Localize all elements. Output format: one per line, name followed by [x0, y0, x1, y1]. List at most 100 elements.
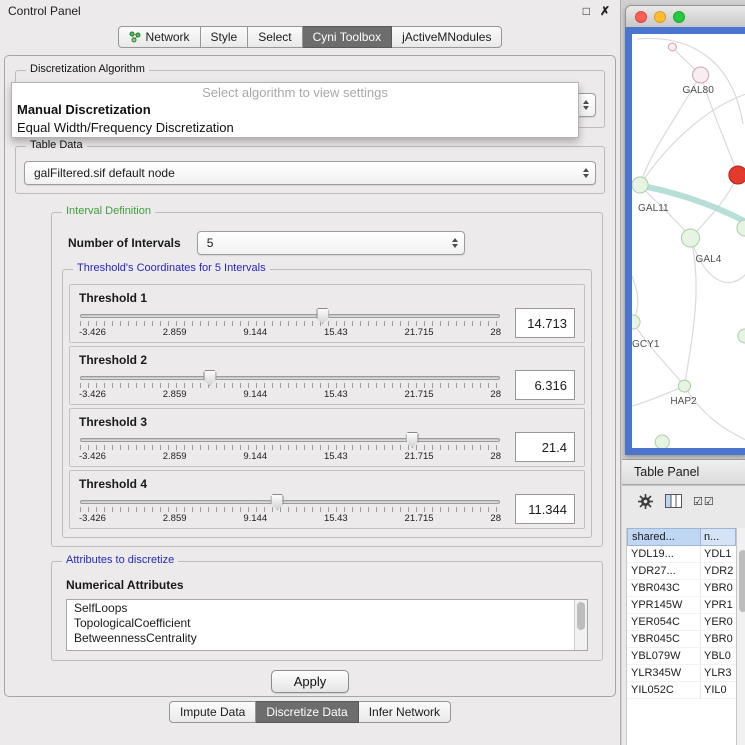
threshold-1-slider[interactable]: -3.4262.8599.14415.4321.71528	[79, 307, 501, 339]
tab-network[interactable]: Network	[118, 26, 201, 48]
list-item[interactable]: SelfLoops	[67, 600, 573, 615]
number-of-intervals-row: Number of Intervals 5	[68, 231, 590, 255]
table-row[interactable]: YBR045CYBR0	[627, 631, 736, 648]
column-header-name[interactable]: n...	[701, 528, 736, 546]
tab-jactivemnodules[interactable]: jActiveMNodules	[392, 26, 502, 48]
settings-gear-icon[interactable]	[637, 493, 654, 510]
cell[interactable]: YBR045C	[627, 631, 701, 648]
slider-ticks	[80, 321, 500, 326]
node-gal4[interactable]	[681, 229, 699, 247]
node[interactable]	[668, 43, 676, 51]
table-scrollbar[interactable]	[736, 528, 745, 745]
node[interactable]	[738, 329, 745, 343]
network-canvas[interactable]: GAL80 GAL11 GAL4 GCY1 HAP2	[632, 34, 745, 448]
table-row[interactable]: YIL052CYIL0	[627, 682, 736, 699]
node-gal11[interactable]	[632, 177, 648, 193]
cell[interactable]: YIL052C	[627, 682, 701, 699]
node-table: shared... n... YDL19...YDL1 YDR27...YDR2…	[626, 528, 745, 745]
node[interactable]	[737, 220, 745, 236]
tab-label: Discretize Data	[266, 705, 347, 719]
number-of-intervals-combobox[interactable]: 5	[197, 231, 465, 255]
scale-label: 21.715	[405, 327, 434, 338]
node-label: GCY1	[632, 339, 660, 350]
slider-track[interactable]	[80, 314, 500, 318]
threshold-4-value-field[interactable]: 11.344	[515, 494, 575, 524]
column-header-shared-name[interactable]: shared...	[627, 528, 701, 546]
table-data-combobox[interactable]: galFiltered.sif default node	[24, 161, 596, 185]
table-row[interactable]: YLR345WYLR3	[627, 665, 736, 682]
table-row[interactable]: YPR145WYPR1	[627, 597, 736, 614]
node-hap2[interactable]	[678, 380, 690, 392]
float-window-icon[interactable]: □	[583, 4, 590, 18]
number-of-intervals-label: Number of Intervals	[68, 236, 181, 250]
threshold-2-slider[interactable]: -3.4262.8599.14415.4321.71528	[79, 369, 501, 401]
cell[interactable]: YBR043C	[627, 580, 701, 597]
threshold-3-slider[interactable]: -3.4262.8599.14415.4321.71528	[79, 431, 501, 463]
cell[interactable]: YBL079W	[627, 648, 701, 665]
scale-label: 2.859	[163, 327, 187, 338]
cell[interactable]: YER054C	[627, 614, 701, 631]
close-icon[interactable]: ✗	[600, 4, 610, 18]
cell[interactable]: YER0	[701, 614, 736, 631]
cell[interactable]: YLR3	[701, 665, 736, 682]
apply-button[interactable]: Apply	[271, 670, 350, 693]
threshold-1-value-field[interactable]: 14.713	[515, 308, 575, 338]
table-row[interactable]: YDL19...YDL1	[627, 546, 736, 563]
node-label: GAL80	[682, 85, 714, 96]
tab-label: Infer Network	[369, 705, 440, 719]
threshold-2-panel: Threshold 2 -3.4262.8599.14415.4321.7152…	[69, 346, 585, 405]
cell[interactable]: YLR345W	[627, 665, 701, 682]
zoom-traffic-light-icon[interactable]	[673, 11, 685, 23]
table-row[interactable]: YBR043CYBR0	[627, 580, 736, 597]
threshold-3-value-field[interactable]: 21.4	[515, 432, 575, 462]
list-item[interactable]: BetweennessCentrality	[67, 630, 573, 645]
close-traffic-light-icon[interactable]	[635, 11, 647, 23]
cell[interactable]: YBR0	[701, 631, 736, 648]
tab-select[interactable]: Select	[248, 26, 302, 48]
list-item[interactable]: TopologicalCoefficient	[67, 615, 573, 630]
tab-infer-network[interactable]: Infer Network	[359, 701, 451, 723]
scale-label: 15.43	[324, 327, 348, 338]
node[interactable]	[655, 435, 669, 448]
scale-label: 9.144	[243, 451, 267, 462]
cell[interactable]: YDR2	[701, 563, 736, 580]
table-row[interactable]: YDR27...YDR2	[627, 563, 736, 580]
scale-label: -3.426	[79, 327, 106, 338]
cell[interactable]: YDL19...	[627, 546, 701, 563]
node-gal80[interactable]	[693, 67, 709, 83]
table-panel-window: ☑☑ shared... n... YDL19...YDL1 YDR27...Y…	[622, 485, 745, 745]
threshold-4-slider[interactable]: -3.4262.8599.14415.4321.71528	[79, 493, 501, 525]
table-row[interactable]: YBL079WYBL0	[627, 648, 736, 665]
tab-style[interactable]: Style	[201, 26, 249, 48]
minimize-traffic-light-icon[interactable]	[654, 11, 666, 23]
scrollbar-thumb[interactable]	[577, 602, 585, 630]
tab-cyni-toolbox[interactable]: Cyni Toolbox	[303, 26, 392, 48]
node-label: GAL4	[696, 254, 722, 265]
cell[interactable]: YPR1	[701, 597, 736, 614]
slider-track[interactable]	[80, 376, 500, 380]
cell[interactable]: YIL0	[701, 682, 736, 699]
algorithm-dropdown-popup: Select algorithm to view settings Manual…	[11, 82, 579, 138]
table-row[interactable]: YER054CYER0	[627, 614, 736, 631]
dropdown-option-manual-discretization[interactable]: Manual Discretization	[12, 101, 578, 119]
node-selected-red[interactable]	[729, 166, 745, 184]
slider-track[interactable]	[80, 500, 500, 504]
cell[interactable]: YPR145W	[627, 597, 701, 614]
table-panel-title: Table Panel	[634, 465, 699, 479]
cell[interactable]: YDR27...	[627, 563, 701, 580]
tab-discretize-data[interactable]: Discretize Data	[256, 701, 358, 723]
select-columns-icon[interactable]: ☑☑	[693, 495, 715, 508]
show-columns-icon[interactable]	[665, 494, 682, 508]
scrollbar-thumb[interactable]	[739, 550, 745, 612]
tab-impute-data[interactable]: Impute Data	[169, 701, 256, 723]
node-gcy1[interactable]	[632, 315, 640, 329]
cell[interactable]: YBR0	[701, 580, 736, 597]
network-window-titlebar[interactable]	[625, 5, 745, 27]
list-scrollbar[interactable]	[574, 600, 587, 650]
cell[interactable]: YBL0	[701, 648, 736, 665]
table-panel-header[interactable]: Table Panel	[622, 459, 745, 485]
slider-track[interactable]	[80, 438, 500, 442]
cell[interactable]: YDL1	[701, 546, 736, 563]
threshold-2-value-field[interactable]: 6.316	[515, 370, 575, 400]
dropdown-option-equal-width-frequency[interactable]: Equal Width/Frequency Discretization	[12, 119, 578, 137]
